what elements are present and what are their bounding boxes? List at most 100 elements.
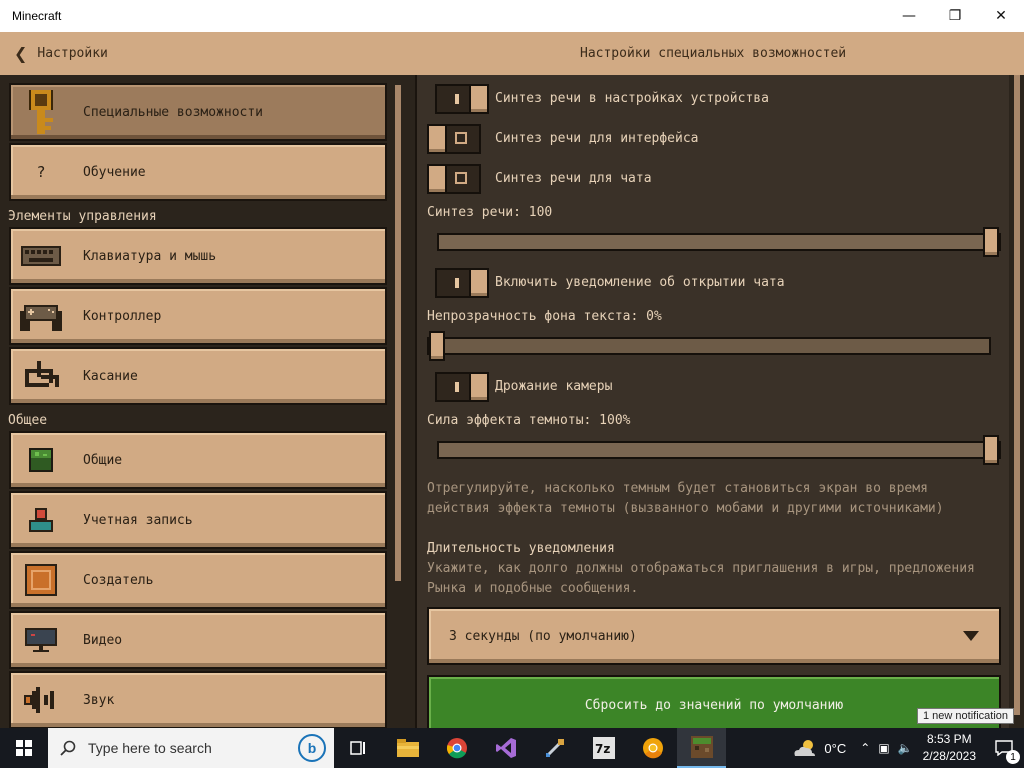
page-title: Настройки специальных возможностей — [580, 46, 847, 61]
back-button[interactable]: ❮ Настройки — [0, 44, 330, 63]
sidebar-item-label: Клавиатура и мышь — [83, 248, 217, 264]
maximize-button[interactable]: ❐ — [932, 0, 978, 32]
sidebar-item-label: Учетная запись — [83, 512, 193, 528]
notification-duration-label: Длительность уведомления — [427, 541, 615, 556]
slider-knob[interactable] — [983, 435, 999, 465]
content-scrollbar[interactable] — [1010, 75, 1024, 728]
notification-duration-description-2: Рынка и подобные сообщения. — [427, 581, 639, 596]
sidebar-item-label: Касание — [83, 368, 138, 384]
taskbar-app-tool[interactable] — [530, 728, 579, 768]
section-heading-controls: Элементы управления — [8, 209, 157, 224]
sidebar-item-general[interactable]: Общие — [9, 431, 387, 489]
taskbar-app-visual-studio[interactable] — [481, 728, 530, 768]
notification-tooltip: 1 new notification — [917, 708, 1014, 724]
sidebar-item-sound[interactable]: Звук — [9, 671, 387, 728]
account-icon — [11, 491, 71, 549]
taskbar-app-chrome[interactable] — [432, 728, 481, 768]
sidebar-item-learning[interactable]: ? Обучение — [9, 143, 387, 201]
speaker-icon — [11, 671, 71, 728]
chevron-left-icon: ❮ — [14, 44, 28, 63]
close-button[interactable]: ✕ — [978, 0, 1024, 32]
dropdown-arrow-icon — [963, 631, 979, 641]
taskbar-app-file-explorer[interactable] — [383, 728, 432, 768]
keyboard-icon — [11, 227, 71, 285]
toggle-tts-device[interactable] — [435, 84, 489, 114]
tts-ui-label: Синтез речи для интерфейса — [495, 131, 699, 146]
section-heading-general: Общее — [8, 413, 48, 428]
darkness-description-1: Отрегулируйте, насколько темным будет ст… — [427, 481, 928, 496]
search-icon — [60, 740, 76, 756]
taskbar-app-chrome-canary[interactable] — [628, 728, 677, 768]
minecraft-icon — [690, 736, 713, 758]
sidebar-item-touch[interactable]: Касание — [9, 347, 387, 405]
7zip-icon: 7z — [592, 737, 615, 759]
question-icon: ? — [36, 163, 46, 181]
sidebar-item-controller[interactable]: Контроллер — [9, 287, 387, 345]
notification-badge: 1 — [1006, 750, 1020, 764]
file-explorer-icon — [396, 739, 419, 757]
volume-icon[interactable]: 🔈 — [898, 741, 913, 755]
sidebar-item-keyboard-mouse[interactable]: Клавиатура и мышь — [9, 227, 387, 285]
notification-duration-description-1: Укажите, как долго должны отображаться п… — [427, 561, 975, 576]
taskbar-search-box[interactable]: Type here to search b — [48, 728, 334, 768]
minimize-button[interactable]: — — [886, 0, 932, 32]
sidebar-item-label: Обучение — [83, 164, 146, 180]
windows-taskbar: Type here to search b 7z 0°C ⌃ ▣ 🔈 8:53 … — [0, 728, 1024, 768]
controller-icon — [11, 287, 71, 345]
touch-icon — [11, 347, 71, 405]
network-icon[interactable]: ▣ — [878, 741, 889, 755]
camera-shake-label: Дрожание камеры — [495, 379, 613, 394]
sidebar-item-accessibility[interactable]: Специальные возможности — [9, 83, 387, 141]
chrome-canary-icon — [642, 738, 663, 759]
notification-duration-dropdown[interactable]: 3 секунды (по умолчанию) — [427, 607, 1001, 665]
weather-temperature: 0°C — [824, 740, 847, 756]
darkness-label: Сила эффекта темноты: 100% — [427, 413, 631, 428]
sidebar-item-label: Общие — [83, 452, 123, 468]
darkness-description-2: действия эффекта темноты (вызванного моб… — [427, 501, 944, 516]
toggle-chat-notification[interactable] — [435, 268, 489, 298]
task-view-icon — [349, 741, 365, 755]
sidebar-item-label: Создатель — [83, 572, 154, 588]
taskbar-clock[interactable]: 8:53 PM 2/28/2023 — [923, 731, 976, 765]
slider-knob[interactable] — [983, 227, 999, 257]
grass-block-icon — [11, 431, 71, 489]
visual-studio-icon — [495, 738, 516, 758]
sidebar-item-label: Контроллер — [83, 308, 162, 324]
toggle-tts-chat[interactable] — [427, 164, 481, 194]
reset-defaults-button[interactable]: Сбросить до значений по умолчанию — [427, 675, 1001, 735]
weather-icon[interactable] — [792, 738, 818, 758]
monitor-icon — [11, 611, 71, 669]
taskbar-app-7zip[interactable]: 7z — [579, 728, 628, 768]
task-view-button[interactable] — [334, 728, 383, 768]
sidebar-item-creator[interactable]: Создатель — [9, 551, 387, 609]
darkness-slider[interactable] — [437, 435, 1001, 465]
sidebar-item-account[interactable]: Учетная запись — [9, 491, 387, 549]
system-tray: 0°C ⌃ ▣ 🔈 8:53 PM 2/28/2023 1 — [792, 728, 1024, 768]
window-titlebar: Minecraft — ❐ ✕ — [0, 0, 1024, 32]
key-icon — [11, 83, 71, 141]
taskbar-app-minecraft[interactable] — [677, 728, 726, 768]
settings-sidebar: Специальные возможности ? Обучение Элеме… — [0, 75, 410, 728]
chat-notification-label: Включить уведомление об открытии чата — [495, 275, 785, 290]
sidebar-item-label: Звук — [83, 692, 115, 708]
sidebar-scrollbar[interactable] — [395, 85, 401, 581]
text-bg-opacity-slider[interactable] — [427, 331, 991, 361]
back-label: Настройки — [37, 46, 108, 61]
tool-icon — [545, 739, 564, 757]
slider-knob[interactable] — [429, 331, 445, 361]
search-placeholder: Type here to search — [88, 740, 212, 756]
chevron-up-icon[interactable]: ⌃ — [860, 741, 870, 755]
window-title: Minecraft — [12, 9, 62, 23]
sidebar-item-label: Специальные возможности — [83, 104, 264, 120]
toggle-camera-shake[interactable] — [435, 372, 489, 402]
bing-icon[interactable]: b — [298, 734, 326, 762]
action-center-button[interactable]: 1 — [984, 728, 1024, 768]
tts-chat-label: Синтез речи для чата — [495, 171, 652, 186]
toggle-tts-ui[interactable] — [427, 124, 481, 154]
svg-text:7z: 7z — [595, 742, 610, 756]
scrollbar-thumb[interactable] — [1014, 75, 1020, 715]
sidebar-item-video[interactable]: Видео — [9, 611, 387, 669]
text-bg-opacity-label: Непрозрачность фона текста: 0% — [427, 309, 662, 324]
tts-volume-slider[interactable] — [437, 227, 1001, 257]
start-button[interactable] — [0, 728, 48, 768]
